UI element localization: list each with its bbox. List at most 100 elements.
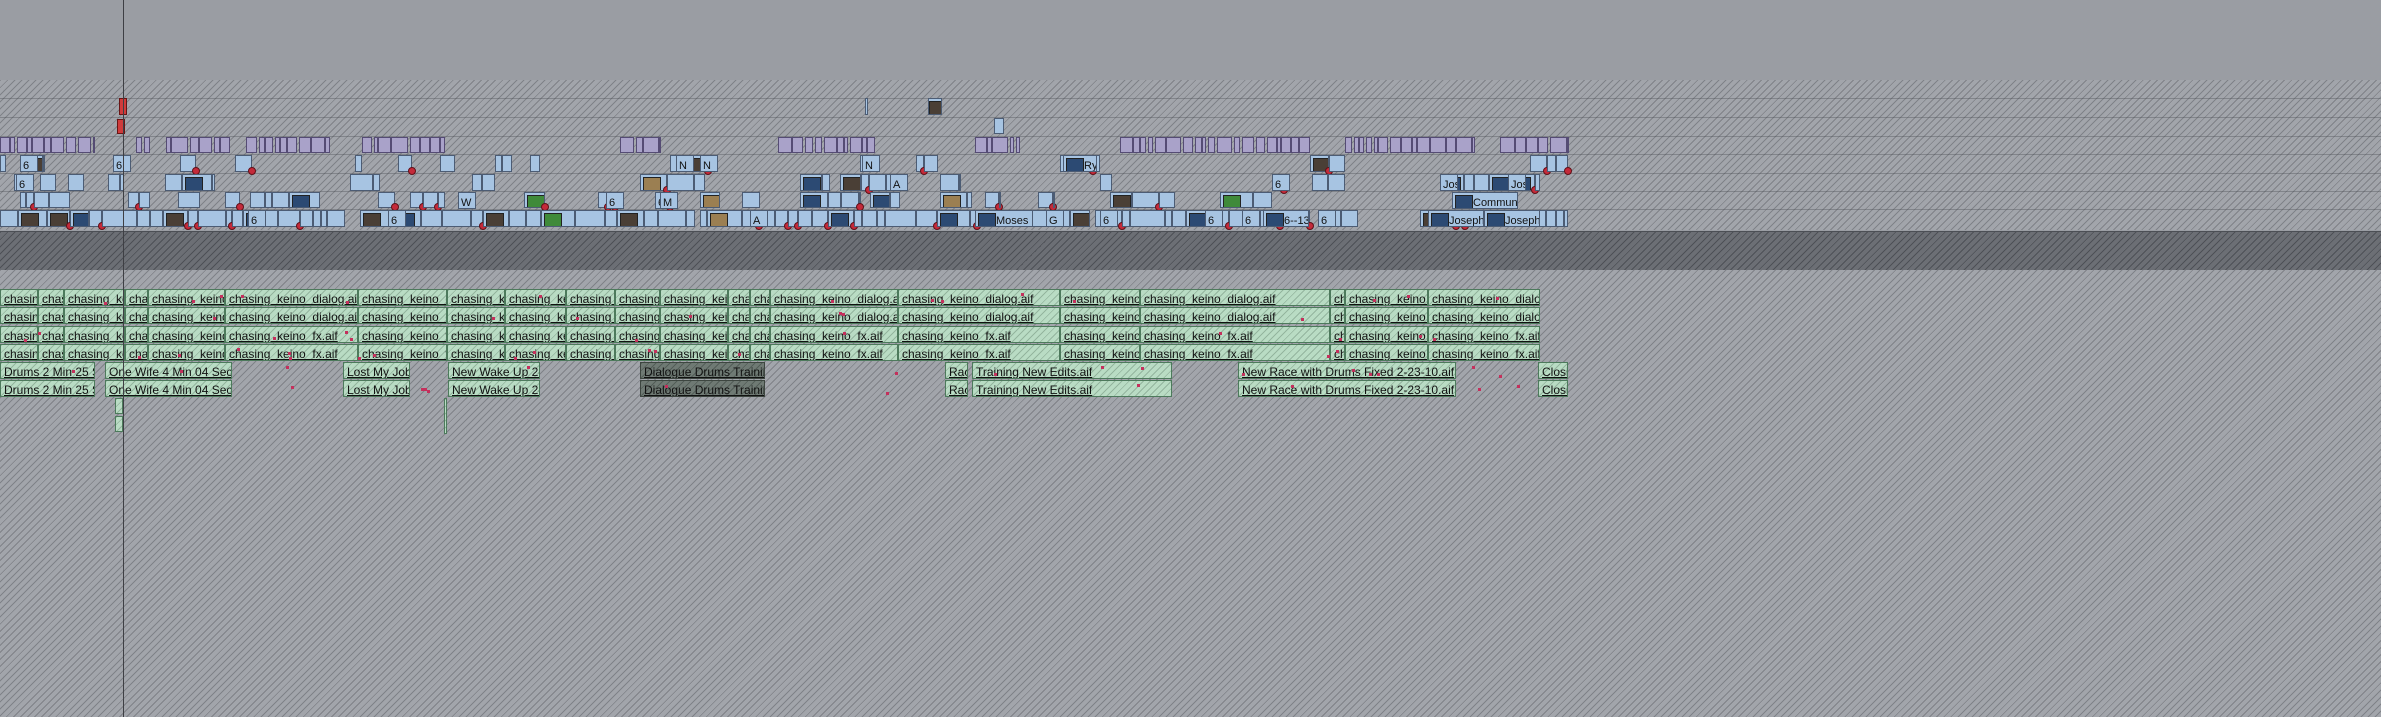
video-clip[interactable]	[350, 174, 373, 191]
graphic-clip[interactable]	[659, 137, 661, 153]
video-clip[interactable]: N	[700, 155, 718, 172]
video-clip[interactable]	[869, 174, 886, 191]
audio-clip[interactable]: chasing_keino_dialog.aif	[660, 289, 728, 306]
graphic-clip[interactable]	[1267, 137, 1277, 153]
audio-clip[interactable]: chasing_keino_fx.aif	[1140, 344, 1330, 361]
video-clip[interactable]	[1130, 210, 1165, 227]
video-clip[interactable]: 6	[1272, 174, 1290, 191]
graphic-clip[interactable]	[636, 137, 643, 153]
graphic-clip[interactable]	[1515, 137, 1526, 153]
audio-keyframe[interactable]	[1373, 299, 1376, 302]
graphic-clip[interactable]	[17, 137, 27, 153]
audio-clip[interactable]: Training New Edits.aif	[972, 380, 1172, 397]
audio-clip[interactable]: One Wife 4 Min 04 Sec.aif	[105, 362, 232, 379]
audio-keyframe[interactable]	[1352, 369, 1355, 372]
audio-clip[interactable]: chasing_keino_fx.aif	[1140, 326, 1330, 343]
audio-keyframe[interactable]	[539, 295, 542, 298]
graphic-clip[interactable]	[220, 137, 230, 153]
video-clip[interactable]	[822, 174, 830, 191]
audio-keyframe[interactable]	[358, 357, 361, 360]
audio-clip[interactable]: chasing_keino_fx.aif	[770, 344, 898, 361]
video-clip[interactable]	[890, 192, 900, 208]
video-clip[interactable]	[198, 210, 226, 227]
audio-keyframe[interactable]	[289, 357, 292, 360]
audio-keyframe[interactable]	[839, 312, 842, 315]
audio-keyframe[interactable]	[1478, 388, 1481, 391]
video-clip[interactable]	[509, 210, 526, 227]
audio-clip[interactable]: chasing_keino_dialog.aif	[898, 307, 1060, 324]
video-clip[interactable]	[472, 174, 482, 191]
video-clip[interactable]	[877, 210, 885, 227]
audio-keyframe[interactable]	[1407, 295, 1410, 298]
graphic-clip[interactable]	[1291, 137, 1299, 153]
video-clip[interactable]	[165, 174, 182, 191]
video-clip[interactable]	[232, 210, 243, 227]
video-clip[interactable]	[495, 155, 502, 172]
audio-clip[interactable]: New Race with Drums Fixed 2-23-10.aif	[1238, 380, 1456, 397]
audio-keyframe[interactable]	[220, 295, 223, 298]
audio-clip[interactable]: chasing_keino_dialog.aif	[225, 289, 358, 306]
graphic-clip[interactable]	[1281, 137, 1291, 153]
audio-clip[interactable]: chasing_keino_dialog.aif	[1345, 307, 1428, 324]
audio-clip[interactable]: chasing_keino_fx.aif	[898, 344, 1060, 361]
graphic-clip[interactable]	[171, 137, 188, 153]
video-clip[interactable]: 6	[1205, 210, 1223, 227]
video-clip[interactable]	[840, 174, 861, 191]
audio-clip[interactable]: chasing_keino_dialog.aif	[566, 289, 615, 306]
video-clip[interactable]	[139, 192, 150, 208]
audio-clip[interactable]: chasing_keino_fx.aif	[64, 344, 125, 361]
audio-keyframe[interactable]	[424, 388, 427, 391]
audio-clip[interactable]: chasing_keino_dialog.aif	[505, 289, 566, 306]
audio-keyframe[interactable]	[373, 354, 376, 357]
video-clip[interactable]	[1159, 192, 1175, 208]
graphic-clip[interactable]	[287, 137, 297, 153]
video-clip[interactable]	[1220, 192, 1253, 208]
video-clip[interactable]	[686, 210, 695, 227]
audio-clip[interactable]: chasing_keino_dialog.aif	[0, 307, 38, 324]
audio-clip[interactable]: chasing_keino_fx.aif	[64, 326, 125, 343]
graphic-clip[interactable]	[1299, 137, 1310, 153]
video-clip[interactable]	[313, 210, 321, 227]
graphic-clip[interactable]	[1472, 137, 1475, 153]
video-clip[interactable]: 6	[1242, 210, 1260, 227]
audio-clip[interactable]	[115, 416, 123, 432]
video-clip[interactable]	[667, 174, 694, 191]
audio-keyframe[interactable]	[1339, 338, 1342, 341]
graphic-clip[interactable]	[51, 137, 64, 153]
video-clip-community[interactable]: Community	[1452, 192, 1518, 209]
audio-clip[interactable]: chasing_keino_fx.aif	[1428, 344, 1540, 361]
video-clip[interactable]	[1122, 210, 1130, 227]
graphic-clip[interactable]	[1166, 137, 1181, 153]
audio-clip[interactable]: chasing_keino_fx.aif	[898, 326, 1060, 343]
audio-clip[interactable]: chasing_keino_dialog.aif	[566, 307, 615, 324]
audio-keyframe[interactable]	[1419, 335, 1422, 338]
graphic-clip[interactable]	[136, 137, 142, 153]
video-clip[interactable]	[1031, 210, 1047, 227]
video-clip[interactable]	[928, 98, 942, 115]
audio-clip[interactable]: chasing_keino_dialog.aif	[660, 307, 728, 324]
audio-clip[interactable]: chasing_keino_dialog.aif	[728, 289, 750, 306]
audio-clip[interactable]: chasing_keino_fx.aif	[125, 344, 148, 361]
video-clip[interactable]: 6	[1100, 210, 1118, 227]
audio-keyframe[interactable]	[1517, 385, 1520, 388]
video-clip-joseph[interactable]: Joseph M	[1484, 210, 1540, 227]
video-clip[interactable]: 6--13	[1263, 210, 1309, 227]
audio-keyframe[interactable]	[533, 351, 536, 354]
audio-keyframe[interactable]	[273, 337, 276, 340]
video-clip[interactable]: 6	[16, 174, 34, 191]
video-clip[interactable]	[940, 174, 959, 191]
graphic-clip[interactable]	[824, 137, 837, 153]
video-clip[interactable]	[742, 192, 760, 208]
video-clip[interactable]	[1556, 210, 1564, 227]
video-clip[interactable]	[865, 98, 868, 115]
video-clip[interactable]	[1474, 174, 1489, 191]
video-clip[interactable]	[40, 174, 56, 191]
graphic-clip[interactable]	[144, 137, 150, 153]
graphic-clip[interactable]	[325, 137, 330, 153]
graphic-clip[interactable]	[190, 137, 199, 153]
video-clip[interactable]	[137, 210, 150, 227]
graphic-clip[interactable]	[1010, 137, 1014, 153]
audio-clip[interactable]: chasing_keino_dialog.aif	[1428, 289, 1540, 306]
graphic-clip[interactable]	[66, 137, 76, 153]
audio-keyframe[interactable]	[1101, 366, 1104, 369]
